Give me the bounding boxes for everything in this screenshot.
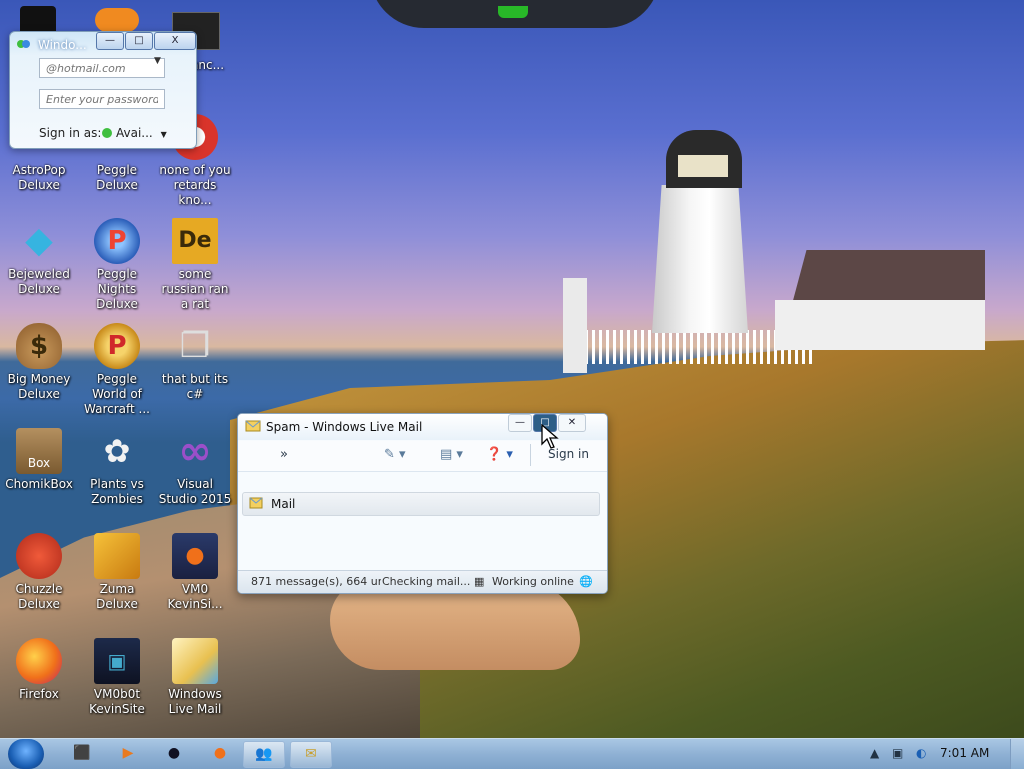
messenger-window-controls: — □ X — [95, 32, 196, 50]
status-selector[interactable]: Avai... ▼ — [102, 126, 167, 140]
stacked-windows-icon: ❐ — [179, 326, 211, 366]
desktop-icon-visual-studio[interactable]: ∞ Visual Studio 2015 — [157, 428, 233, 507]
peggle-wow-icon: P — [94, 323, 140, 369]
hamster-box-icon: Box — [16, 428, 62, 474]
minimize-button[interactable]: — — [508, 414, 532, 432]
taskbar-item-messenger[interactable]: 👥 — [243, 741, 285, 768]
toolbar-separator — [530, 444, 531, 466]
money-bag-icon: $ — [16, 323, 62, 369]
desktop-icon-zuma[interactable]: Zuma Deluxe — [79, 533, 155, 612]
checking-mail-text: Checking mail... — [382, 575, 471, 588]
taskbar-item-app[interactable]: ● — [154, 741, 194, 766]
desktop-icon-peggle-nights[interactable]: P Peggle Nights Deluxe — [79, 218, 155, 312]
desktop-icon-windows-live-mail[interactable]: Windows Live Mail — [157, 638, 233, 717]
desktop-icon-big-money[interactable]: $ Big Money Deluxe — [1, 323, 77, 402]
chevron-down-icon: ▼ — [160, 130, 167, 139]
mail-folder-icon — [249, 497, 263, 509]
taskbar-clock[interactable]: 7:01 AM — [940, 746, 989, 760]
desktop: ...nanc... AstroPop Deluxe Peggle Deluxe… — [0, 0, 1024, 738]
diamond-icon: ◆ — [25, 220, 53, 261]
desktop-icon-plants-vs-zombies[interactable]: ✿ Plants vs Zombies — [79, 428, 155, 507]
help-icon[interactable]: ❓ ▾ — [486, 447, 513, 462]
tray-monitor-icon[interactable]: ▣ — [892, 746, 903, 760]
taskbar-item-media-player[interactable]: ▶ — [108, 741, 148, 766]
wallpaper-tower — [563, 278, 587, 373]
email-field[interactable] — [39, 58, 165, 78]
taskbar: ⬛ ▶ ● ● 👥 ✉ ▲ ▣ ◐ 7:01 AM — [0, 738, 1024, 769]
email-dropdown-icon[interactable]: ▼ — [154, 56, 161, 66]
partial-icon-tophat[interactable] — [20, 6, 56, 32]
zuma-icon — [94, 533, 140, 579]
vm-monitor-icon: ▣ — [94, 638, 140, 684]
password-field[interactable] — [39, 89, 165, 109]
messenger-icon — [17, 40, 30, 48]
live-mail-app-icon — [245, 420, 261, 432]
sign-in-as-label: Sign in as: — [39, 126, 102, 140]
mail-folder-label: Mail — [271, 497, 296, 511]
desktop-icon-chomikbox[interactable]: Box ChomikBox — [1, 428, 77, 492]
desktop-icon-bejeweled[interactable]: ◆ Bejeweled Deluxe — [1, 218, 77, 297]
wallpaper-house — [775, 300, 985, 350]
live-mail-title: Spam - Windows Live Mail — [266, 420, 423, 434]
messenger-title: Windo... — [38, 38, 87, 52]
taskbar-item-firefox[interactable]: ● — [200, 741, 240, 766]
view-options-icon[interactable]: ▤ ▾ — [440, 447, 463, 462]
wallpaper-lighthouse — [652, 185, 748, 333]
desktop-icon-chuzzle[interactable]: Chuzzle Deluxe — [1, 533, 77, 612]
show-desktop-button[interactable] — [1010, 739, 1024, 769]
desktop-icon-peggle-wow[interactable]: P Peggle World of Warcraft ... — [79, 323, 155, 417]
message-count-text: 871 message(s), 664 unre — [251, 575, 381, 588]
taskbar-item-generic[interactable]: ⬛ — [62, 741, 102, 766]
wallpaper-roof — [791, 250, 985, 305]
status-online-icon — [102, 128, 112, 138]
tray-network-icon[interactable]: ◐ — [916, 746, 926, 760]
messenger-signin-window[interactable]: Windo... — □ X ▼ Sign in as: Avai... ▼ — [9, 31, 197, 149]
paintbrush-icon[interactable]: ✎ ▾ — [384, 447, 406, 462]
visual-studio-icon: ∞ — [178, 428, 212, 474]
maximize-button[interactable]: □ — [125, 32, 153, 50]
partial-icon-goldfish[interactable] — [95, 8, 139, 32]
peggle-nights-icon: P — [94, 218, 140, 264]
start-button[interactable] — [8, 739, 44, 769]
live-mail-icon — [172, 638, 218, 684]
chuzzle-icon — [16, 533, 62, 579]
mouse-cursor-icon — [541, 424, 559, 449]
desktop-icon-some-russian[interactable]: De some russian ran a rat — [157, 218, 233, 312]
show-hidden-icons-chevron[interactable]: ▲ — [870, 746, 879, 760]
vm-icon: ● — [172, 533, 218, 579]
wallpaper-lighthouse-glass — [678, 155, 728, 177]
desktop-icon-vm0b0t[interactable]: ▣ VM0b0t KevinSite — [79, 638, 155, 717]
de-icon: De — [172, 218, 218, 264]
minimize-button[interactable]: — — [96, 32, 124, 50]
gadget-indicator — [498, 6, 528, 18]
firefox-icon — [16, 638, 62, 684]
toolbar-more-button[interactable]: » — [280, 447, 288, 462]
close-button[interactable]: X — [154, 32, 196, 50]
desktop-icon-firefox[interactable]: Firefox — [1, 638, 77, 702]
mail-folder-item[interactable]: Mail — [242, 492, 600, 516]
close-button[interactable]: ✕ — [558, 414, 586, 432]
desktop-icon-that-but-csharp[interactable]: ❐ that but its c# — [157, 323, 233, 402]
desktop-icon-vm0[interactable]: ● VM0 KevinSi... — [157, 533, 233, 612]
working-online-icon: ▦ — [474, 575, 485, 588]
live-mail-statusbar: 871 message(s), 664 unre Checking mail..… — [238, 570, 607, 593]
flower-icon: ✿ — [103, 432, 131, 470]
globe-icon: 🌐 — [579, 575, 593, 588]
working-online-text: Working online — [492, 575, 574, 588]
top-gadget-bar — [370, 0, 660, 28]
taskbar-item-live-mail[interactable]: ✉ — [290, 741, 332, 768]
